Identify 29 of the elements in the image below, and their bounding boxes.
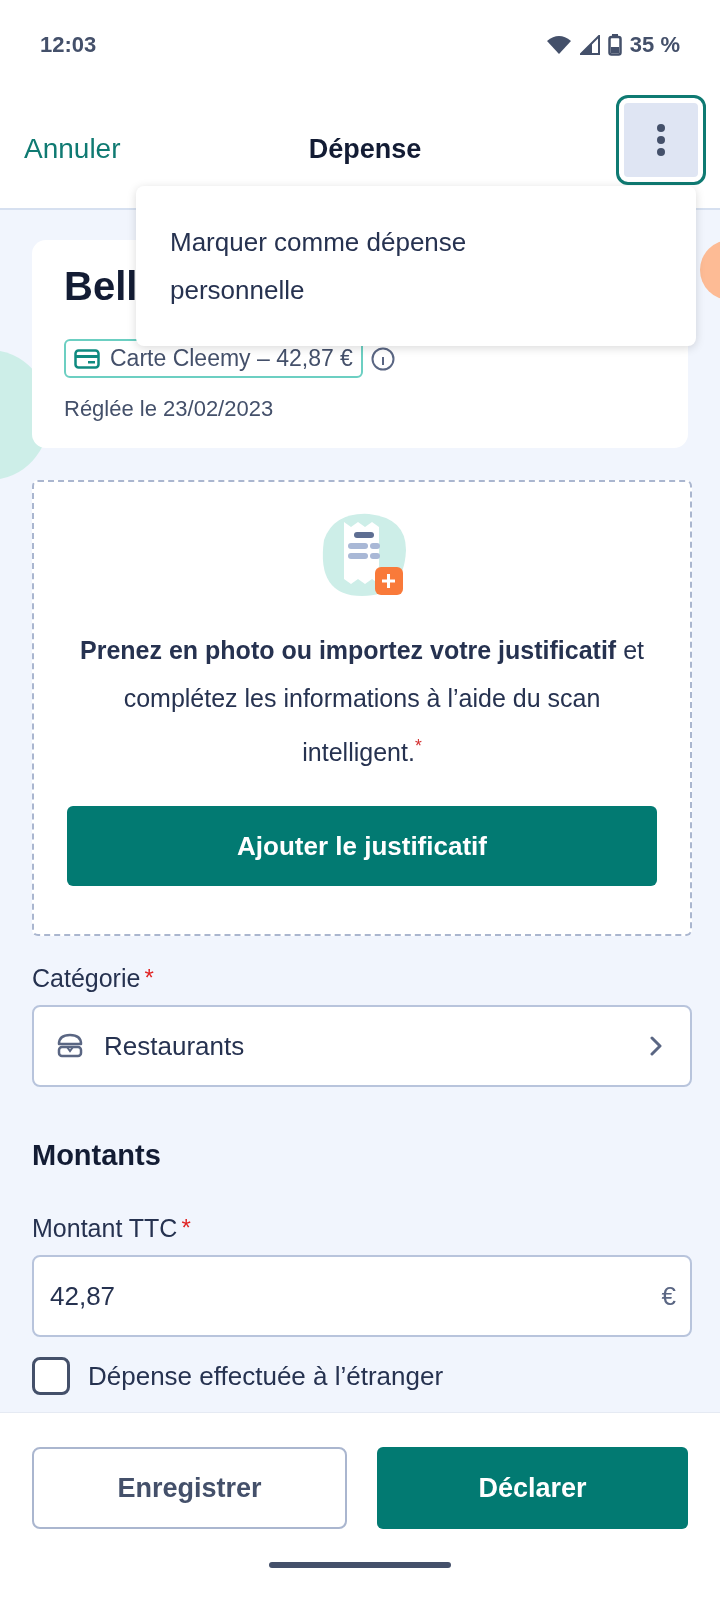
screen-title: Dépense bbox=[308, 133, 422, 165]
merchant-name: Bell bbox=[64, 264, 138, 309]
required-asterisk: * bbox=[144, 964, 154, 994]
battery-percent: 35 % bbox=[629, 32, 680, 58]
menu-item[interactable]: Marquer comme dépense personnelle bbox=[136, 218, 556, 314]
battery-icon bbox=[607, 34, 622, 56]
upload-instructions: Prenez en photo ou importez votre justificatif et complétez les informations à l’aide du scan intelligent.$^{*}$ bbox=[79, 635, 645, 769]
more-menu-button[interactable] bbox=[616, 95, 706, 185]
field-label: Catégorie bbox=[32, 964, 141, 994]
more-icon bbox=[656, 123, 666, 157]
required-asterisk: * bbox=[181, 1214, 191, 1244]
settled-date: Réglée le 23/02/2023 bbox=[64, 396, 274, 422]
checkbox-label: Dépense effectuée à l’étranger bbox=[88, 1360, 444, 1392]
wifi-icon bbox=[545, 35, 572, 55]
payment-label: Carte Cleemy – 42,87 € bbox=[110, 345, 353, 372]
cancel-button[interactable]: Annuler bbox=[24, 133, 121, 165]
currency-symbol: € bbox=[661, 1281, 676, 1312]
checkbox[interactable] bbox=[32, 1357, 70, 1396]
section-heading: Montants bbox=[32, 1139, 162, 1173]
declare-button[interactable]: Déclarer bbox=[377, 1447, 688, 1529]
info-icon[interactable] bbox=[370, 346, 395, 371]
card-icon bbox=[74, 348, 100, 369]
field-label: Montant TTC bbox=[32, 1214, 178, 1244]
signal-icon bbox=[579, 35, 600, 55]
add-receipt-button[interactable]: Ajouter le justificatif bbox=[67, 806, 657, 887]
chevron-right-icon bbox=[650, 1036, 662, 1057]
save-button[interactable]: Enregistrer bbox=[32, 1447, 347, 1529]
category-select[interactable]: Restaurants bbox=[32, 1005, 692, 1088]
status-time: 12:03 bbox=[40, 32, 97, 58]
